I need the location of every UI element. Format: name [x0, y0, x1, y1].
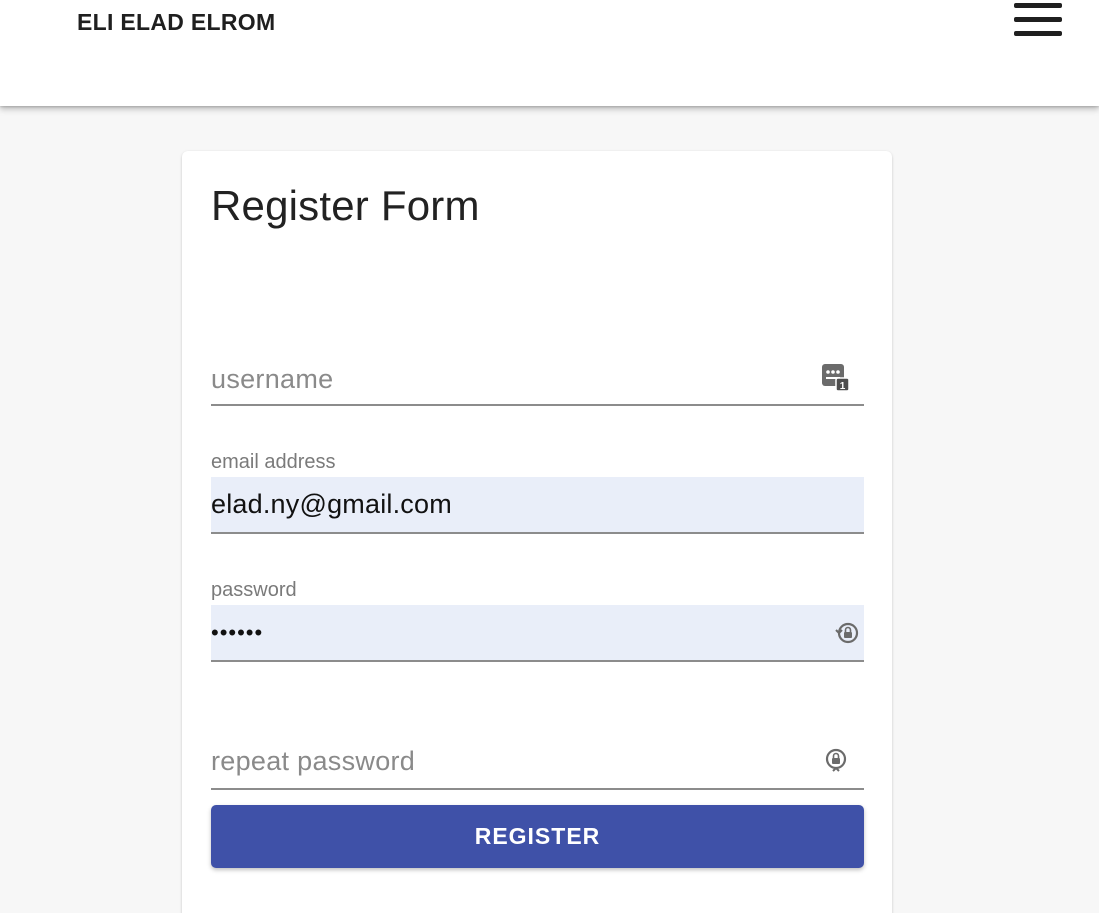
svg-text:1: 1 [840, 381, 846, 392]
repeat-password-placeholder: repeat password [211, 746, 416, 776]
email-label: email address [211, 451, 336, 473]
app-bar: ELI ELAD ELROM [0, 0, 1099, 106]
password-manager-key-icon[interactable]: 1 [820, 362, 852, 394]
register-card: Register Form username 1 email address e… [182, 151, 892, 913]
email-field[interactable]: email address elad.ny@gmail.com [211, 448, 864, 536]
hamburger-menu-icon-bar [1014, 31, 1062, 36]
password-generator-icon[interactable] [823, 746, 849, 772]
repeat-password-field[interactable]: repeat password [211, 733, 864, 791]
hamburger-menu-icon-bar [1014, 17, 1062, 22]
password-value: •••••• [211, 620, 264, 645]
hamburger-menu-icon [1014, 3, 1062, 8]
hamburger-menu-button[interactable] [1007, 0, 1069, 46]
password-generator-icon[interactable] [835, 620, 861, 646]
password-field[interactable]: password •••••• [211, 576, 864, 664]
email-value: elad.ny@gmail.com [211, 489, 452, 519]
password-label: password [211, 579, 297, 601]
password-input[interactable] [211, 605, 864, 662]
username-field[interactable]: username 1 [211, 351, 864, 407]
username-placeholder: username [211, 364, 334, 394]
register-button[interactable]: REGISTER [211, 805, 864, 868]
form-title: Register Form [211, 182, 480, 229]
page: ELI ELAD ELROM Register Form username 1 [0, 0, 1099, 913]
brand-title[interactable]: ELI ELAD ELROM [77, 9, 275, 36]
